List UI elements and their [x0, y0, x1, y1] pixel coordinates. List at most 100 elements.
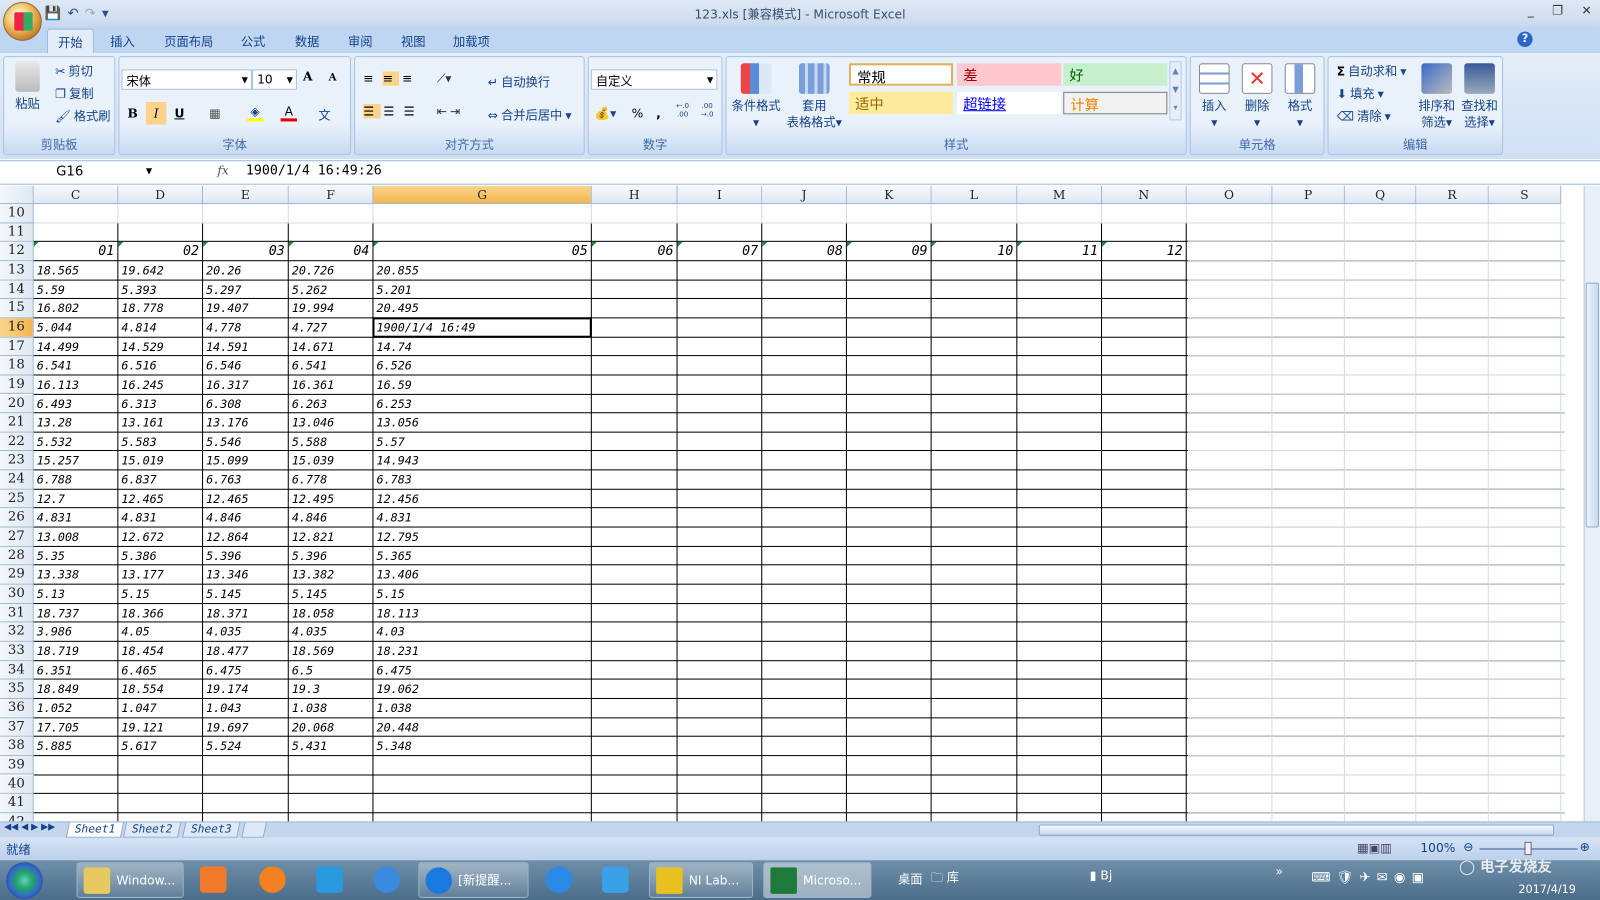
data-cell[interactable]: 4.778: [203, 318, 288, 336]
data-cell[interactable]: 5.617: [118, 737, 202, 755]
horizontal-scroll-thumb[interactable]: [1038, 824, 1555, 836]
data-cell[interactable]: 5.546: [203, 432, 288, 450]
zoom-in-icon[interactable]: ⊕: [1580, 840, 1590, 854]
save-icon[interactable]: 💾: [45, 6, 62, 21]
data-cell[interactable]: 5.57: [373, 432, 590, 450]
sort-filter-button[interactable]: 排序和 筛选▾: [1416, 63, 1457, 130]
data-cell[interactable]: 18.058: [289, 604, 373, 622]
border-button[interactable]: ▦: [209, 106, 221, 120]
data-cell[interactable]: 5.532: [34, 432, 118, 450]
data-cell[interactable]: 14.74: [373, 337, 590, 355]
data-cell[interactable]: 14.943: [373, 451, 590, 469]
data-cell[interactable]: 4.846: [203, 509, 288, 527]
data-cell[interactable]: 20.26: [203, 261, 288, 279]
row-header-40[interactable]: 40: [0, 774, 34, 795]
data-cell[interactable]: 1.043: [203, 699, 288, 717]
sheet-nav-arrows[interactable]: ◀◀ ◀ ▶ ▶▶: [4, 822, 55, 832]
data-cell[interactable]: 13.346: [203, 566, 288, 584]
data-cell[interactable]: 4.831: [118, 509, 202, 527]
data-cell[interactable]: 5.348: [373, 737, 590, 755]
sheet-tab-2[interactable]: Sheet2: [122, 822, 181, 838]
format-painter-button[interactable]: 🖌 格式刷: [55, 107, 110, 124]
row-header-20[interactable]: 20: [0, 394, 34, 414]
data-cell[interactable]: 13.406: [373, 566, 590, 584]
copy-button[interactable]: ❐ 复制: [55, 85, 94, 102]
row-header-28[interactable]: 28: [0, 546, 34, 566]
data-cell[interactable]: 1.038: [289, 699, 373, 717]
percent-button[interactable]: %: [632, 106, 644, 120]
data-cell[interactable]: 5.365: [373, 547, 590, 565]
data-cell[interactable]: 18.849: [34, 680, 118, 698]
select-all-corner[interactable]: [0, 185, 34, 205]
data-cell[interactable]: 5.396: [203, 547, 288, 565]
data-cell[interactable]: 18.554: [118, 680, 202, 698]
header-cell-06[interactable]: 06: [591, 242, 677, 260]
tab-insert[interactable]: 插入: [100, 29, 145, 53]
data-cell[interactable]: 5.13: [34, 585, 118, 603]
row-header-23[interactable]: 23: [0, 451, 34, 471]
active-cell[interactable]: 1900/1/4 16:49: [372, 317, 592, 338]
column-header-N[interactable]: N: [1102, 185, 1187, 205]
styles-scroll[interactable]: ▲ ▼ ▾: [1169, 61, 1182, 121]
row-header-11[interactable]: 11: [0, 223, 34, 243]
data-cell[interactable]: 5.431: [289, 737, 373, 755]
row-header-35[interactable]: 35: [0, 679, 34, 699]
data-cell[interactable]: 13.338: [34, 566, 118, 584]
tab-view[interactable]: 视图: [391, 29, 436, 53]
tab-data[interactable]: 数据: [285, 29, 330, 53]
sheet-tab-1[interactable]: Sheet1: [65, 822, 124, 838]
data-cell[interactable]: 19.407: [203, 299, 288, 317]
style-hyperlink[interactable]: 超链接: [957, 91, 1062, 115]
customize-qat-icon[interactable]: ▾: [102, 6, 109, 21]
ie-icon[interactable]: [373, 866, 400, 893]
header-cell-01[interactable]: 01: [33, 242, 118, 260]
cloud-icon[interactable]: [602, 866, 629, 893]
row-header-12[interactable]: 12: [0, 242, 34, 262]
data-cell[interactable]: 5.59: [34, 280, 118, 298]
row-header-42[interactable]: 42: [0, 813, 34, 822]
data-cell[interactable]: 18.737: [34, 604, 118, 622]
data-cell[interactable]: 5.588: [289, 432, 373, 450]
data-cell[interactable]: 14.529: [118, 337, 202, 355]
data-cell[interactable]: 16.245: [118, 375, 202, 393]
data-cell[interactable]: 19.121: [118, 718, 202, 736]
row-header-22[interactable]: 22: [0, 432, 34, 452]
minimize-button[interactable]: _: [1528, 3, 1534, 17]
data-cell[interactable]: 6.837: [118, 471, 202, 489]
row-header-17[interactable]: 17: [0, 337, 34, 357]
vertical-scrollbar[interactable]: [1583, 185, 1600, 822]
header-cell-04[interactable]: 04: [288, 242, 373, 260]
phonetic-button[interactable]: 文: [318, 106, 330, 123]
data-cell[interactable]: 6.778: [289, 471, 373, 489]
data-cell[interactable]: 16.802: [34, 299, 118, 317]
column-header-R[interactable]: R: [1416, 185, 1489, 205]
data-cell[interactable]: 18.569: [289, 642, 373, 660]
cut-button[interactable]: ✂ 剪切: [55, 62, 93, 79]
data-cell[interactable]: 12.465: [203, 490, 288, 508]
zoom-slider[interactable]: [1479, 841, 1578, 856]
data-cell[interactable]: 14.499: [34, 337, 118, 355]
data-cell[interactable]: 19.642: [118, 261, 202, 279]
data-cell[interactable]: 4.035: [289, 623, 373, 641]
office-button[interactable]: [3, 2, 42, 41]
data-cell[interactable]: 12.456: [373, 490, 590, 508]
clear-button[interactable]: ⌫ 清除 ▾: [1337, 107, 1391, 124]
data-cell[interactable]: 12.864: [203, 528, 288, 546]
data-cell[interactable]: 6.308: [203, 394, 288, 412]
data-cell[interactable]: 6.313: [118, 394, 202, 412]
header-cell-09[interactable]: 09: [846, 242, 931, 260]
data-cell[interactable]: 16.317: [203, 375, 288, 393]
redo-icon[interactable]: ↷: [85, 6, 96, 21]
view-buttons[interactable]: ▦▣▥: [1357, 841, 1392, 855]
comma-button[interactable]: ,: [656, 106, 661, 120]
data-cell[interactable]: 5.201: [373, 280, 590, 298]
find-select-button[interactable]: 查找和 选择▾: [1459, 63, 1500, 130]
row-header-15[interactable]: 15: [0, 299, 34, 319]
header-cell-02[interactable]: 02: [118, 242, 202, 260]
taskbar-explorer[interactable]: Window...: [76, 862, 184, 898]
data-cell[interactable]: 19.3: [289, 680, 373, 698]
row-header-30[interactable]: 30: [0, 584, 34, 604]
data-cell[interactable]: 12.7: [34, 490, 118, 508]
data-cell[interactable]: 15.257: [34, 451, 118, 469]
row-header-13[interactable]: 13: [0, 261, 34, 281]
